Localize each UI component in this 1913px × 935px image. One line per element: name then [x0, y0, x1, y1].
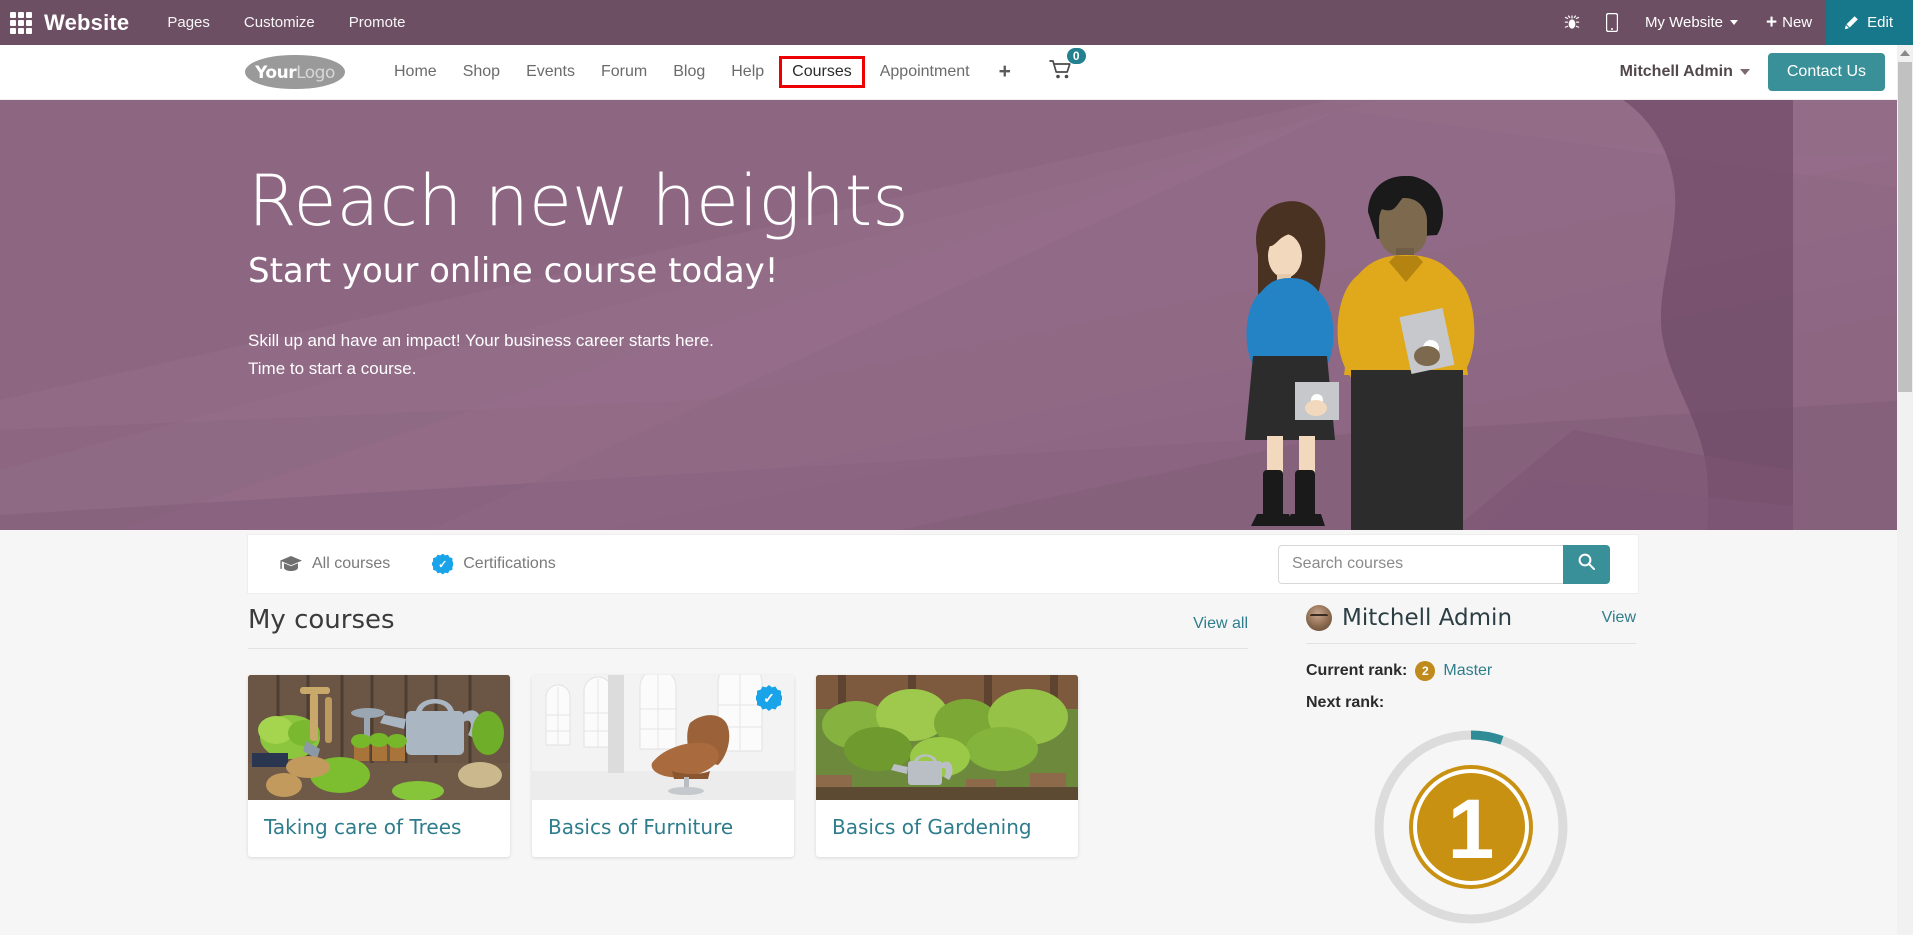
current-rank-row: Current rank: 2 Master [1306, 661, 1636, 681]
hero-subtitle: Start your online course today! [248, 250, 779, 291]
profile-view-link[interactable]: View [1602, 609, 1636, 627]
plus-icon: + [1766, 12, 1778, 33]
tab-certifications[interactable]: ✓ Certifications [432, 553, 556, 575]
shopping-cart-icon[interactable]: 0 [1048, 48, 1086, 85]
course-filter-panel: All courses ✓ Certifications [248, 535, 1638, 593]
my-courses-column: My courses View all Taking care of Trees… [248, 605, 1248, 926]
current-rank-label: Current rank: [1306, 662, 1408, 679]
course-card-title: Basics of Furniture [548, 815, 734, 839]
website-header: YourLogo Home Shop Events Forum Blog Hel… [0, 45, 1913, 100]
site-navigation: Home Shop Events Forum Blog Help Courses… [381, 48, 1086, 88]
website-selector[interactable]: My Website [1631, 0, 1752, 45]
nav-item-shop[interactable]: Shop [450, 57, 513, 87]
header-right: Mitchell Admin Contact Us [1620, 53, 1885, 91]
nav-item-blog[interactable]: Blog [660, 57, 718, 87]
nav-item-forum[interactable]: Forum [588, 57, 660, 87]
chevron-down-icon [1730, 20, 1739, 25]
menu-promote[interactable]: Promote [349, 14, 406, 31]
nav-item-events[interactable]: Events [513, 57, 588, 87]
next-rank-progress-wheel: 1 [1372, 728, 1570, 926]
course-card-grid: Taking care of Trees ✓ Basics of Furnitu… [248, 675, 1248, 857]
potted-plants-photo [816, 675, 1078, 800]
tab-all-courses-label: All courses [312, 555, 391, 572]
app-name-website[interactable]: Website [44, 10, 129, 36]
odoo-bar-right: My Website + New Edit [1551, 0, 1913, 45]
my-courses-header: My courses View all [248, 605, 1248, 649]
user-menu[interactable]: Mitchell Admin [1620, 63, 1750, 81]
page-scrollbar[interactable] [1897, 45, 1913, 935]
search-button[interactable] [1563, 544, 1610, 584]
mobile-preview-icon[interactable] [1593, 0, 1631, 45]
next-rank-number: 1 [1448, 782, 1495, 876]
scroll-up-button[interactable] [1897, 45, 1913, 61]
logo-text: YourLogo [245, 63, 345, 83]
hero-title: Reach new heights [248, 160, 909, 242]
hero-content: Reach new heights Start your online cour… [0, 100, 1913, 384]
loft-chair-photo [532, 675, 794, 800]
garden-tools-photo [248, 675, 510, 800]
menu-customize[interactable]: Customize [244, 14, 315, 31]
hero-banner: Reach new heights Start your online cour… [0, 100, 1913, 530]
current-rank-value: Master [1443, 662, 1493, 679]
new-label: New [1782, 14, 1813, 31]
contact-us-button[interactable]: Contact Us [1767, 53, 1885, 91]
course-search [1278, 544, 1610, 584]
search-input[interactable] [1278, 544, 1563, 584]
profile-header: Mitchell Admin View [1306, 605, 1636, 644]
new-button[interactable]: + New [1752, 0, 1826, 45]
certification-badge-icon: ✓ [432, 553, 454, 575]
pencil-icon [1844, 15, 1858, 29]
course-card-title: Basics of Gardening [832, 815, 1032, 839]
hero-paragraph: Skill up and have an impact! Your busine… [248, 327, 1913, 385]
site-logo[interactable]: YourLogo [245, 55, 345, 89]
profile-name: Mitchell Admin [1342, 605, 1513, 631]
edit-button[interactable]: Edit [1826, 0, 1913, 45]
menu-pages[interactable]: Pages [167, 14, 210, 31]
course-card[interactable]: Basics of Gardening [816, 675, 1078, 857]
scrollbar-thumb[interactable] [1898, 62, 1912, 392]
cart-count-badge: 0 [1066, 48, 1086, 64]
course-card-title: Taking care of Trees [264, 815, 462, 839]
tab-certifications-label: Certifications [463, 555, 556, 572]
avatar [1306, 605, 1332, 631]
website-selector-label: My Website [1644, 14, 1724, 31]
nav-item-help[interactable]: Help [718, 57, 777, 87]
course-filter-tabs: All courses ✓ Certifications [248, 553, 556, 575]
next-rank-label: Next rank: [1306, 694, 1385, 711]
odoo-menu-list: Pages Customize Promote [167, 14, 405, 31]
course-card[interactable]: ✓ Basics of Furniture [532, 675, 794, 857]
profile-column: Mitchell Admin View Current rank: 2 Mast… [1306, 605, 1636, 926]
course-card[interactable]: Taking care of Trees [248, 675, 510, 857]
user-menu-label: Mitchell Admin [1619, 63, 1733, 80]
my-courses-title: My courses [248, 605, 395, 635]
odoo-top-bar: Website Pages Customize Promote My Websi… [0, 0, 1913, 45]
view-all-link[interactable]: View all [1193, 615, 1248, 633]
plus-icon[interactable]: + [983, 60, 1027, 84]
graduation-cap-icon [280, 556, 302, 571]
triangle-up-icon [1900, 50, 1910, 56]
edit-label: Edit [1867, 14, 1893, 31]
nav-item-home[interactable]: Home [381, 57, 450, 87]
logo-text-bold: Your [255, 63, 297, 83]
chevron-down-icon [1739, 69, 1750, 75]
hero-paragraph-line-1: Skill up and have an impact! Your busine… [248, 330, 714, 350]
apps-grid-icon[interactable] [10, 11, 32, 34]
tab-all-courses[interactable]: All courses [280, 555, 390, 573]
nav-item-appointment[interactable]: Appointment [867, 57, 983, 87]
bug-icon[interactable] [1551, 0, 1593, 45]
nav-item-courses[interactable]: Courses [779, 56, 865, 88]
search-icon [1578, 553, 1595, 570]
hero-paragraph-line-2: Time to start a course. [248, 359, 417, 379]
rank-medal-icon: 2 [1415, 661, 1436, 681]
logo-text-light: Logo [296, 63, 335, 83]
